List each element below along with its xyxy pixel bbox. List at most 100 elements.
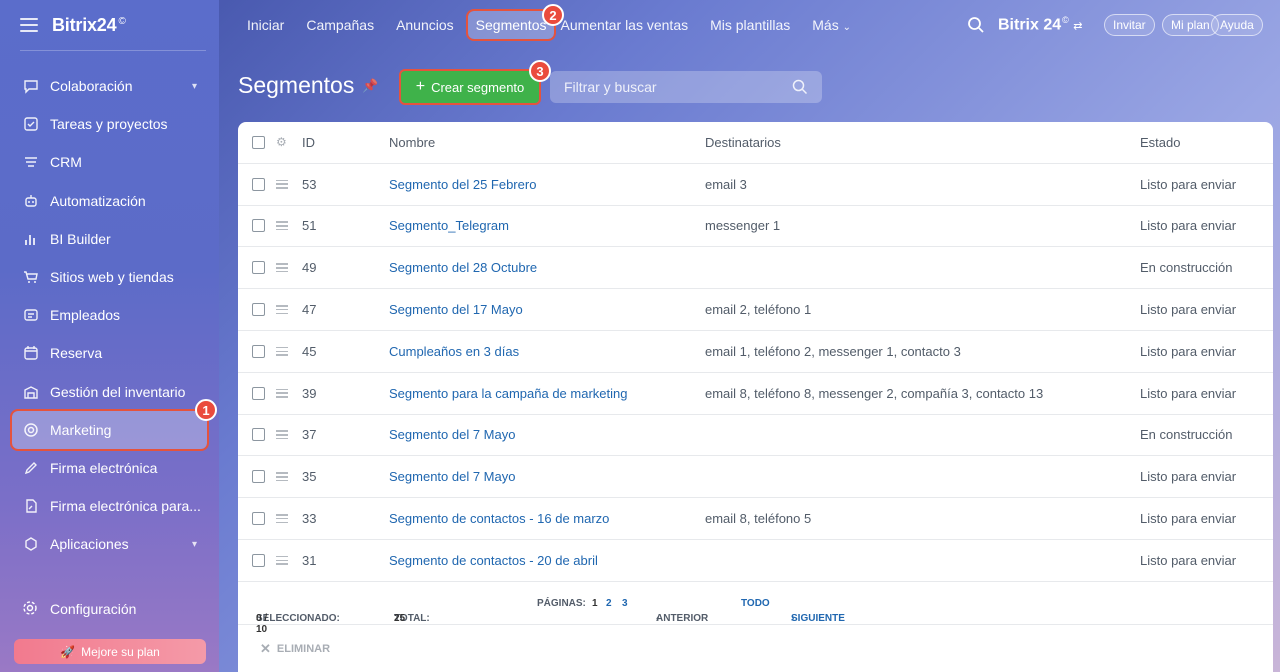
- sidebar-item-aplicaciones[interactable]: Aplicaciones ▾: [0, 525, 219, 563]
- row-name-link[interactable]: Segmento del 25 Febrero: [389, 177, 536, 192]
- row-checkbox[interactable]: [252, 428, 265, 442]
- row-name-link[interactable]: Segmento del 17 Mayo: [389, 302, 523, 317]
- page-3[interactable]: 3: [622, 598, 628, 609]
- row-checkbox[interactable]: [252, 219, 265, 233]
- doc-sign-icon: [22, 497, 40, 515]
- row-id: 51: [302, 218, 317, 234]
- brand-logo[interactable]: Bitrix24 ©: [52, 15, 126, 36]
- drag-handle-icon[interactable]: [276, 346, 288, 356]
- table-row[interactable]: 47 Segmento del 17 Mayo email 2, teléfon…: [238, 289, 1273, 331]
- row-name-link[interactable]: Segmento del 7 Mayo: [389, 427, 515, 442]
- sidebar-item-crm[interactable]: CRM: [0, 143, 219, 181]
- cube-icon: [22, 535, 40, 553]
- row-name-link[interactable]: Cumpleaños en 3 días: [389, 344, 519, 359]
- page-2[interactable]: 2: [606, 598, 612, 609]
- table-row[interactable]: 53 Segmento del 25 Febrero email 3 Listo…: [238, 164, 1273, 206]
- row-name-link[interactable]: Segmento de contactos - 20 de abril: [389, 553, 598, 568]
- row-state: Listo para enviar: [1140, 511, 1237, 527]
- sidebar-item-bi-builder[interactable]: BI Builder: [0, 220, 219, 258]
- sidebar-item-empleados[interactable]: Empleados: [0, 296, 219, 334]
- table-row[interactable]: 51 Segmento_Telegram messenger 1 Listo p…: [238, 206, 1273, 248]
- table-row[interactable]: 37 Segmento del 7 Mayo En construcción: [238, 415, 1273, 457]
- step-marker-1: 1: [195, 399, 217, 421]
- drag-handle-icon[interactable]: [276, 555, 288, 565]
- row-state: Listo para enviar: [1140, 176, 1237, 192]
- row-recipients: messenger 1: [705, 218, 781, 234]
- drag-handle-icon[interactable]: [276, 263, 288, 273]
- sidebar-item-inventario[interactable]: Gestión del inventario: [0, 373, 219, 411]
- sidebar-item-configuracion[interactable]: Configuración: [22, 600, 136, 618]
- drag-handle-icon[interactable]: [276, 179, 288, 189]
- row-checkbox[interactable]: [252, 177, 265, 191]
- rocket-icon: 🚀: [60, 644, 76, 659]
- create-segment-button[interactable]: + Crear segmento: [399, 69, 541, 105]
- delete-button[interactable]: ✕ ELIMINAR: [260, 641, 330, 657]
- table-row[interactable]: 49 Segmento del 28 Octubre En construcci…: [238, 247, 1273, 290]
- sidebar-item-automatizacion[interactable]: Automatización: [0, 182, 219, 220]
- table-row[interactable]: 39 Segmento para la campaña de marketing…: [238, 373, 1273, 415]
- table-row[interactable]: 31 Segmento de contactos - 20 de abril L…: [238, 540, 1273, 582]
- drag-handle-icon[interactable]: [276, 305, 288, 315]
- row-id: 35: [302, 469, 317, 485]
- table-row[interactable]: 33 Segmento de contactos - 16 de marzo e…: [238, 498, 1273, 540]
- column-header-recipients[interactable]: Destinatarios: [705, 135, 781, 150]
- search-icon[interactable]: [792, 79, 808, 95]
- row-recipients: email 8, teléfono 8, messenger 2, compañ…: [705, 385, 1044, 401]
- chart-icon: [22, 230, 40, 248]
- row-checkbox[interactable]: [252, 344, 265, 358]
- column-header-name[interactable]: Nombre: [389, 135, 435, 150]
- tab-campanas[interactable]: Campañas: [306, 17, 374, 33]
- row-checkbox[interactable]: [252, 261, 265, 275]
- sidebar-item-firma-para[interactable]: Firma electrónica para...: [0, 487, 219, 525]
- pin-icon[interactable]: 📌: [362, 78, 378, 94]
- drag-handle-icon[interactable]: [276, 430, 288, 440]
- drag-handle-icon[interactable]: [276, 472, 288, 482]
- search-icon[interactable]: [967, 16, 985, 34]
- row-state: Listo para enviar: [1140, 218, 1237, 234]
- row-id: 37: [302, 427, 317, 443]
- segments-table: ⚙ ID Nombre Destinatarios Estado 53 Segm…: [238, 122, 1273, 672]
- sidebar-item-reserva[interactable]: Reserva: [0, 334, 219, 372]
- row-checkbox[interactable]: [252, 553, 265, 567]
- page-1[interactable]: 1: [592, 598, 598, 609]
- row-name-link[interactable]: Segmento del 7 Mayo: [389, 469, 515, 484]
- invite-button[interactable]: Invitar: [1104, 14, 1155, 36]
- gear-icon[interactable]: ⚙: [276, 136, 288, 148]
- pages-label: PÁGINAS:: [537, 598, 586, 609]
- sidebar-item-colaboracion[interactable]: Colaboración ▾: [0, 67, 219, 105]
- column-header-state[interactable]: Estado: [1140, 135, 1180, 150]
- row-checkbox[interactable]: [252, 470, 265, 484]
- sidebar-item-sitios[interactable]: Sitios web y tiendas: [0, 258, 219, 296]
- tab-aumentar-ventas[interactable]: Aumentar las ventas: [560, 17, 688, 33]
- sidebar-item-marketing[interactable]: Marketing: [10, 408, 209, 451]
- upgrade-plan-button[interactable]: 🚀 Mejore su plan: [14, 639, 206, 664]
- drag-handle-icon[interactable]: [276, 221, 288, 231]
- tab-anuncios[interactable]: Anuncios: [396, 17, 454, 33]
- table-row[interactable]: 35 Segmento del 7 Mayo Listo para enviar: [238, 456, 1273, 499]
- column-header-id[interactable]: ID: [302, 135, 315, 150]
- table-row[interactable]: 45 Cumpleaños en 3 días email 1, teléfon…: [238, 331, 1273, 373]
- select-all-checkbox[interactable]: [252, 135, 265, 149]
- tab-iniciar[interactable]: Iniciar: [247, 17, 284, 33]
- drag-handle-icon[interactable]: [276, 388, 288, 398]
- row-name-link[interactable]: Segmento para la campaña de marketing: [389, 386, 627, 401]
- all-pages-button[interactable]: TODO: [741, 598, 770, 609]
- menu-icon[interactable]: [20, 18, 38, 32]
- tab-mas[interactable]: Más ⌄: [812, 17, 851, 33]
- row-name-link[interactable]: Segmento de contactos - 16 de marzo: [389, 511, 609, 526]
- row-state: Listo para enviar: [1140, 385, 1237, 401]
- filter-search-input[interactable]: Filtrar y buscar: [550, 71, 822, 103]
- help-button[interactable]: Ayuda: [1211, 14, 1263, 36]
- sidebar-nav: Colaboración ▾ Tareas y proyectos CRM Au…: [0, 67, 219, 563]
- row-checkbox[interactable]: [252, 303, 265, 317]
- row-name-link[interactable]: Segmento_Telegram: [389, 218, 509, 233]
- row-name-link[interactable]: Segmento del 28 Octubre: [389, 260, 537, 275]
- row-checkbox[interactable]: [252, 386, 265, 400]
- sidebar-item-tareas[interactable]: Tareas y proyectos: [0, 105, 219, 143]
- sidebar-item-firma[interactable]: Firma electrónica: [0, 449, 219, 487]
- tab-mis-plantillas[interactable]: Mis plantillas: [710, 17, 790, 33]
- warehouse-icon: [22, 383, 40, 401]
- brand-logo-top[interactable]: Bitrix 24© ⇄: [998, 15, 1082, 34]
- row-checkbox[interactable]: [252, 512, 265, 526]
- drag-handle-icon[interactable]: [276, 514, 288, 524]
